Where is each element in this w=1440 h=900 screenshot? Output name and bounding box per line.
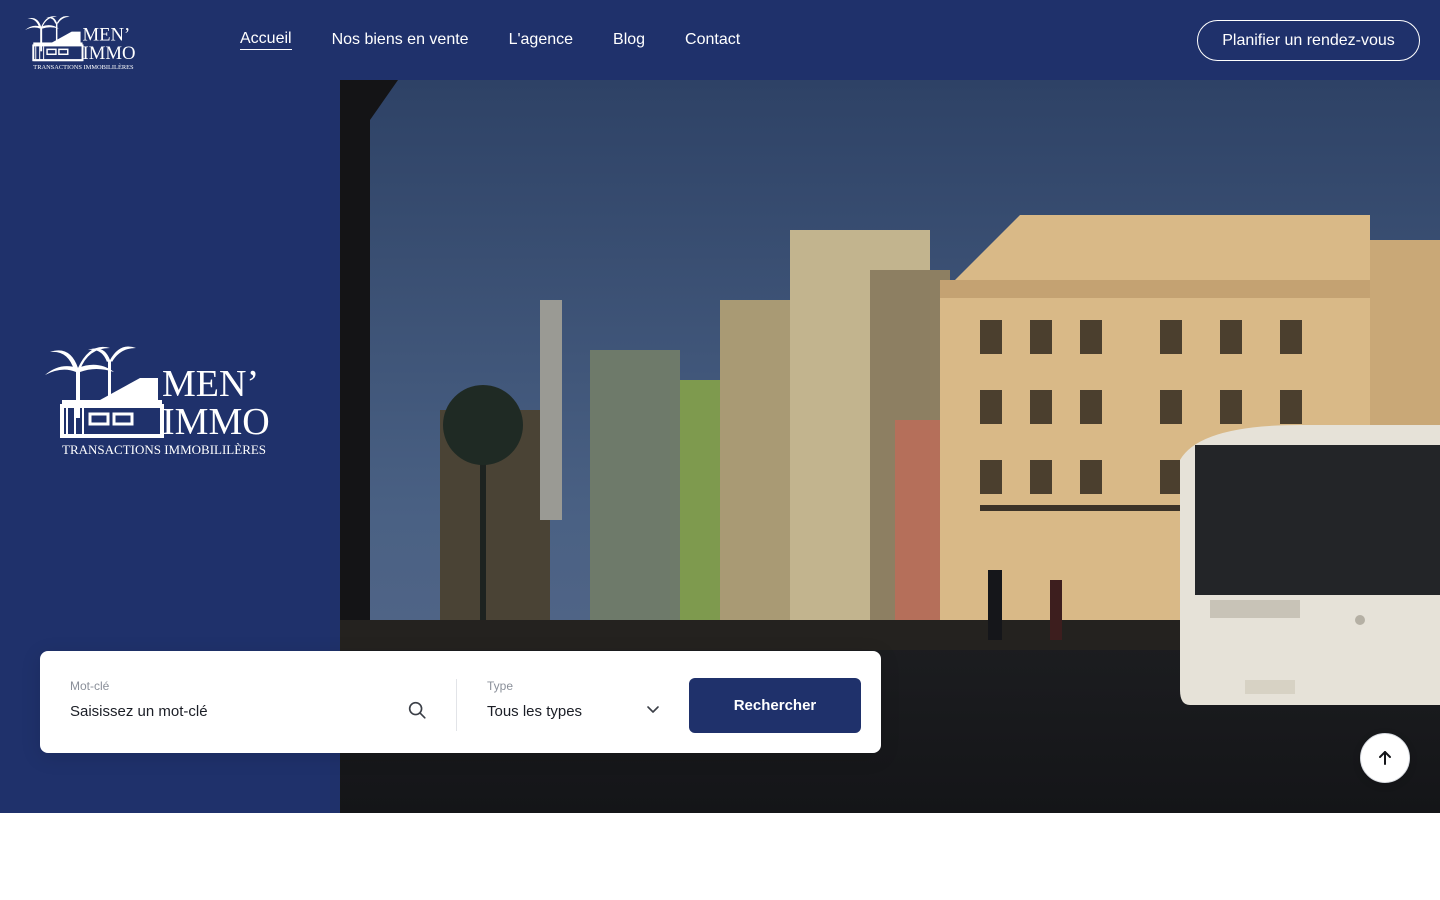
search-icon[interactable] xyxy=(406,699,428,721)
svg-text:MEN’: MEN’ xyxy=(162,363,259,405)
site-header: MEN’ IMMO TRANSACTIONS IMMOBILILÈRES Acc… xyxy=(0,0,1440,80)
svg-text:MEN’: MEN’ xyxy=(83,24,131,45)
nav-item-accueil[interactable]: Accueil xyxy=(240,30,292,50)
nav-item-biens[interactable]: Nos biens en vente xyxy=(332,31,469,49)
site-logo[interactable]: MEN’ IMMO TRANSACTIONS IMMOBILILÈRES xyxy=(22,8,146,72)
field-divider xyxy=(456,679,457,731)
arrow-up-icon xyxy=(1379,751,1391,765)
svg-text:IMMO: IMMO xyxy=(83,43,136,64)
main-nav: Accueil Nos biens en vente L'agence Blog… xyxy=(240,0,740,80)
nav-item-blog[interactable]: Blog xyxy=(613,31,645,49)
svg-text:TRANSACTIONS IMMOBILILÈRES: TRANSACTIONS IMMOBILILÈRES xyxy=(33,63,134,71)
hero-logo: MEN’ IMMO TRANSACTIONS IMMOBILILÈRES xyxy=(45,346,270,457)
nav-item-agence[interactable]: L'agence xyxy=(509,31,573,49)
search-button[interactable]: Rechercher xyxy=(689,678,861,733)
type-label: Type xyxy=(487,679,514,693)
keyword-label: Mot-clé xyxy=(70,679,110,693)
type-select[interactable]: Tous les types xyxy=(487,703,582,720)
schedule-appointment-button[interactable]: Planifier un rendez-vous xyxy=(1197,20,1420,61)
chevron-down-icon[interactable] xyxy=(645,701,661,717)
property-search-form: Mot-clé Saisissez un mot-clé Type Tous l… xyxy=(40,651,881,753)
svg-text:IMMO: IMMO xyxy=(162,401,270,443)
scroll-to-top-button[interactable] xyxy=(1360,733,1410,783)
keyword-input[interactable]: Saisissez un mot-clé xyxy=(70,703,208,720)
nav-item-contact[interactable]: Contact xyxy=(685,31,740,49)
svg-text:TRANSACTIONS IMMOBILILÈRES: TRANSACTIONS IMMOBILILÈRES xyxy=(62,442,266,457)
